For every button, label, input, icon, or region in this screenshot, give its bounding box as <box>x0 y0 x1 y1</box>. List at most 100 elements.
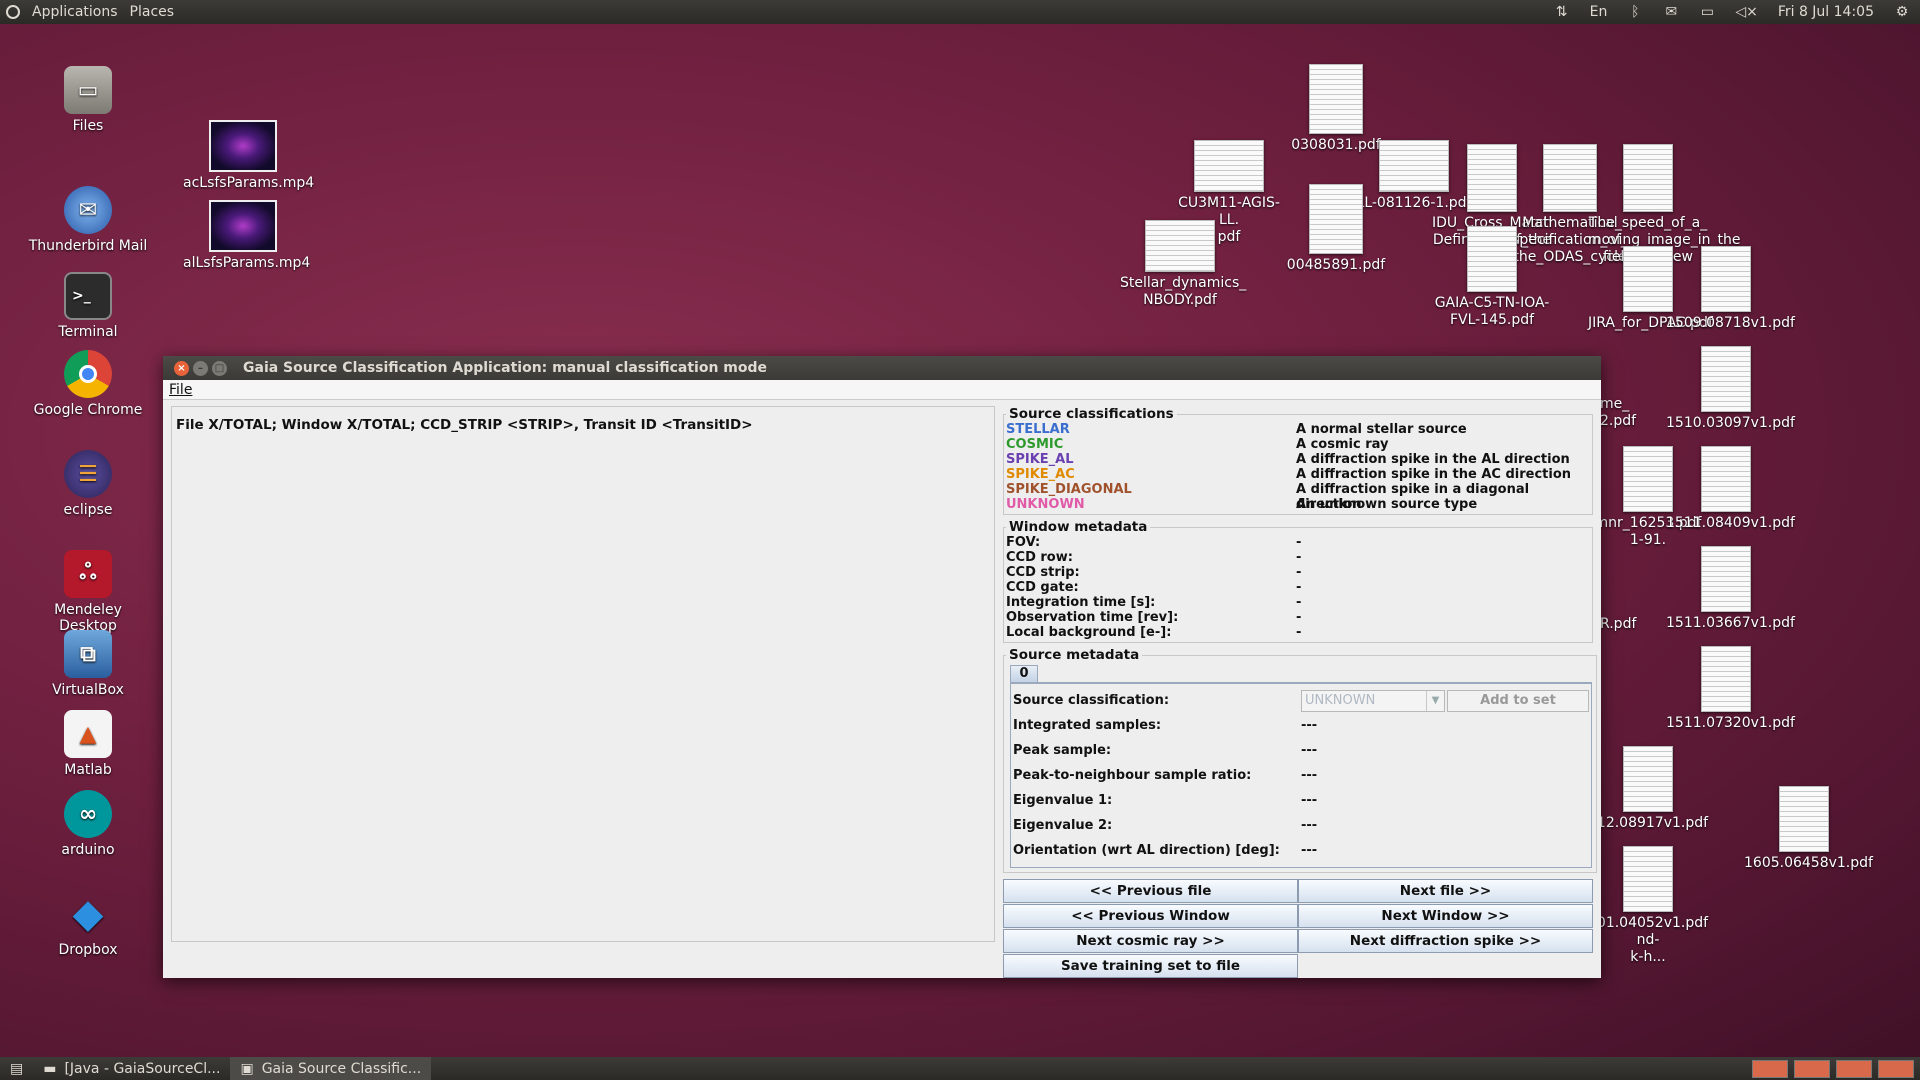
desktop-file-1511-08409[interactable]: 1511.08409v1.pdf <box>1666 446 1795 532</box>
next-file-button[interactable]: Next file >> <box>1298 879 1593 903</box>
workspace-3[interactable] <box>1836 1059 1872 1078</box>
desktop-file-gaia-c5[interactable]: GAIA-C5-TN-IOA- FVL-145.pdf <box>1432 226 1552 329</box>
desktop-file-00485891[interactable]: 00485891.pdf <box>1276 184 1396 274</box>
desktop-icon-dropbox[interactable]: ◆ Dropbox <box>23 890 153 958</box>
matlab-icon: ▲ <box>64 710 112 758</box>
pdf-document-icon <box>1145 220 1215 272</box>
classification-row: SPIKE_DIAGONAL A diffraction spike in a d… <box>1006 482 1530 512</box>
keyboard-layout-indicator[interactable]: En <box>1590 4 1608 20</box>
desktop-icon-mendeley[interactable]: ஃ Mendeley Desktop <box>23 550 153 634</box>
desktop-file-1511-07320[interactable]: 1511.07320v1.pdf <box>1666 646 1795 732</box>
arduino-icon: ∞ <box>64 790 112 838</box>
previous-file-button[interactable]: << Previous file <box>1003 879 1298 903</box>
window-titlebar[interactable]: × – □ Gaia Source Classification Applica… <box>163 356 1601 380</box>
file-menu[interactable]: File <box>169 382 192 398</box>
metadata-row: Integration time [s]: - <box>1006 595 1302 610</box>
minimize-icon[interactable]: – <box>193 360 208 376</box>
maximize-icon[interactable]: □ <box>212 360 227 376</box>
mail-icon[interactable]: ✉ <box>1663 4 1679 20</box>
desktop-file-1601[interactable]: 601.04052v1.pdf nd- k-h... <box>1588 846 1708 966</box>
taskbar-item-java[interactable]: ▬ [Java - GaiaSourceCl... <box>33 1057 230 1080</box>
source-metadata-row: Integrated samples: --- <box>1013 718 1318 733</box>
settings-gear-icon[interactable]: ⚙ <box>1894 4 1910 20</box>
dropbox-icon: ◆ <box>72 891 104 937</box>
menubar: File <box>163 380 1601 400</box>
pdf-document-icon <box>1779 786 1829 852</box>
pdf-document-icon <box>1623 746 1673 812</box>
desktop-file-me[interactable]: me_ 2.pdf <box>1600 396 1660 430</box>
files-icon: ▭ <box>64 66 112 114</box>
source-metadata-row: Eigenvalue 2: --- <box>1013 818 1318 833</box>
metadata-row: CCD row: - <box>1006 550 1302 565</box>
desktop-icon-virtualbox[interactable]: ⧉ VirtualBox <box>23 630 153 698</box>
desktop-file-1510[interactable]: 1510.03097v1.pdf <box>1666 346 1795 432</box>
desktop-file-r[interactable]: R.pdf <box>1600 616 1640 633</box>
source-classification-row: Source classification: UNKNOWN ▼ Add to … <box>1013 688 1589 713</box>
network-transfer-icon[interactable]: ⇅ <box>1554 4 1570 20</box>
desktop-icon-matlab[interactable]: ▲ Matlab <box>23 710 153 778</box>
show-desktop-icon: ▤ <box>10 1060 24 1077</box>
window-title: Gaia Source Classification Application: … <box>243 360 768 376</box>
workspace-switcher[interactable] <box>1752 1059 1920 1078</box>
desktop-icon-files[interactable]: ▭ Files <box>23 66 153 134</box>
top-panel: Applications Places ⇅ En ᛒ ✉ ▭ ◁× Fri 8 … <box>0 0 1920 24</box>
gaia-window-icon: ▣ <box>240 1060 254 1077</box>
source-metadata-group: Source metadata 0 Source classification:… <box>1003 647 1597 873</box>
previous-window-button[interactable]: << Previous Window <box>1003 904 1298 928</box>
workspace-4[interactable] <box>1878 1059 1914 1078</box>
classification-row: SPIKE_AL A diffraction spike in the AL di… <box>1006 452 1570 467</box>
metadata-row: FOV: - <box>1006 535 1302 550</box>
ubuntu-logo-icon[interactable] <box>6 5 20 19</box>
chrome-icon <box>64 350 112 398</box>
source-metadata-row: Orientation (wrt AL direction) [deg]: --- <box>1013 843 1318 858</box>
source-classification-select[interactable]: UNKNOWN ▼ <box>1301 689 1445 712</box>
volume-muted-icon[interactable]: ◁× <box>1735 4 1758 20</box>
image-display-panel[interactable]: File X/TOTAL; Window X/TOTAL; CCD_STRIP … <box>171 406 995 942</box>
desktop-file-1512[interactable]: 512.08917v1.pdf <box>1588 746 1708 832</box>
applications-menu[interactable]: Applications <box>32 4 118 20</box>
desktop-icon-arduino[interactable]: ∞ arduino <box>23 790 153 858</box>
eclipse-icon: ☰ <box>64 450 112 498</box>
pdf-document-icon <box>1194 140 1264 192</box>
show-desktop-button[interactable]: ▤ <box>0 1057 33 1080</box>
source-tabs: 0 <box>1010 665 1592 683</box>
metadata-row: Local background [e-]: - <box>1006 625 1302 640</box>
battery-icon[interactable]: ▭ <box>1699 4 1715 20</box>
next-cosmic-ray-button[interactable]: Next cosmic ray >> <box>1003 929 1298 953</box>
next-diffraction-spike-button[interactable]: Next diffraction spike >> <box>1298 929 1593 953</box>
metadata-row: CCD strip: - <box>1006 565 1302 580</box>
desktop-file-stellar-dynamics[interactable]: Stellar_dynamics_ NBODY.pdf <box>1120 220 1246 309</box>
chevron-down-icon[interactable]: ▼ <box>1426 690 1444 711</box>
pdf-document-icon <box>1701 446 1751 512</box>
desktop-icon-terminal[interactable]: >_ Terminal <box>23 272 153 340</box>
desktop-file-1509[interactable]: 1509.08718v1.pdf <box>1666 246 1795 332</box>
gaia-classification-window: × – □ Gaia Source Classification Applica… <box>163 356 1601 978</box>
desktop-icon-chrome[interactable]: Google Chrome <box>23 350 153 418</box>
next-window-button[interactable]: Next Window >> <box>1298 904 1593 928</box>
desktop-icon-eclipse[interactable]: ☰ eclipse <box>23 450 153 518</box>
desktop-file-1511-03667[interactable]: 1511.03667v1.pdf <box>1666 546 1795 632</box>
video-thumbnail-icon <box>209 200 277 252</box>
taskbar-item-gaia[interactable]: ▣ Gaia Source Classific... <box>230 1057 432 1080</box>
desktop-icon-thunderbird[interactable]: ✉ Thunderbird Mail <box>23 186 153 254</box>
pdf-document-icon <box>1467 226 1517 292</box>
workspace-2[interactable] <box>1794 1059 1830 1078</box>
places-menu[interactable]: Places <box>130 4 175 20</box>
bluetooth-icon[interactable]: ᛒ <box>1627 4 1643 20</box>
pdf-document-icon <box>1623 846 1673 912</box>
desktop-file-aclsfs[interactable]: acLsfsParams.mp4 <box>183 120 314 192</box>
workspace-1[interactable] <box>1752 1059 1788 1078</box>
thunderbird-icon: ✉ <box>64 186 112 234</box>
virtualbox-icon: ⧉ <box>64 630 112 678</box>
source-classifications-group: Source classifications STELLAR A normal s… <box>1003 406 1593 515</box>
desktop-file-allsfs[interactable]: alLsfsParams.mp4 <box>183 200 310 272</box>
clock[interactable]: Fri 8 Jul 14:05 <box>1778 4 1874 20</box>
tab-source-0[interactable]: 0 <box>1010 665 1038 682</box>
add-to-set-button[interactable]: Add to set <box>1447 689 1589 712</box>
source-metadata-row: Eigenvalue 1: --- <box>1013 793 1318 808</box>
save-training-set-button[interactable]: Save training set to file <box>1003 954 1298 978</box>
close-icon[interactable]: × <box>174 360 189 376</box>
pdf-document-icon <box>1701 546 1751 612</box>
desktop-file-1605[interactable]: 1605.06458v1.pdf <box>1744 786 1873 872</box>
classification-row: UNKNOWN An unknown source type <box>1006 497 1478 512</box>
